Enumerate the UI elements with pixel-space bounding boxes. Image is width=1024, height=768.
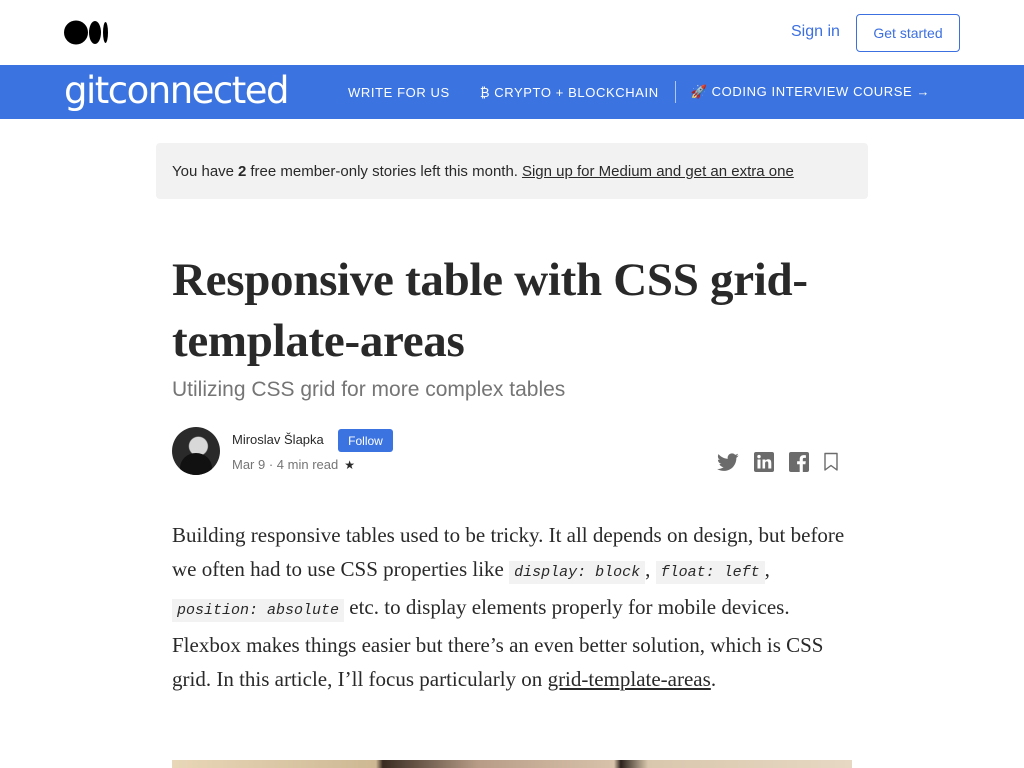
read-time: 4 min read [276,457,339,472]
follow-button[interactable]: Follow [338,429,393,452]
nav-crypto-blockchain[interactable]: ₿ CRYPTO + BLOCKCHAIN [480,85,659,100]
article-title: Responsive table with CSS grid-template-… [172,254,808,367]
banner-prefix: You have [172,162,235,180]
top-bar: Sign in Get started [0,0,1024,65]
code-display-block: display: block [509,561,646,584]
article-body-paragraph: Building responsive tables used to be tr… [172,518,852,696]
body-text-3: , [764,557,770,581]
author-avatar[interactable] [172,427,220,475]
article-date: Mar 9 [232,457,266,472]
member-stories-banner: You have 2 free member-only stories left… [156,143,868,199]
nav-write-for-us[interactable]: WRITE FOR US [348,85,450,100]
linkedin-icon[interactable] [752,450,776,474]
article-meta: Mar 9 · 4 min read ★ [232,457,355,472]
grid-template-areas-link[interactable]: grid-template-areas [548,667,711,691]
member-star-icon: ★ [344,457,355,472]
nav-divider [674,81,676,103]
facebook-icon[interactable] [787,450,811,474]
meta-separator: · [265,457,277,472]
publication-logo[interactable]: gitconnected [64,69,290,112]
get-started-button[interactable]: Get started [856,14,960,52]
banner-signup-link[interactable]: Sign up for Medium and get an extra one [522,163,794,180]
sign-in-link[interactable]: Sign in [791,23,840,41]
article-subtitle: Utilizing CSS grid for more complex tabl… [172,378,566,401]
author-name[interactable]: Miroslav Šlapka [232,432,324,447]
medium-logo-icon[interactable] [64,20,110,45]
body-text-2: , [645,557,651,581]
code-position-absolute: position: absolute [172,599,345,622]
publication-nav: WRITE FOR US ₿ CRYPTO + BLOCKCHAIN 🚀 COD… [348,65,960,119]
publication-bar: gitconnected WRITE FOR US ₿ CRYPTO + BLO… [0,65,1024,119]
twitter-icon[interactable] [716,450,740,474]
banner-suffix: free member-only stories left this month… [250,162,518,180]
body-text-5: . [710,667,717,691]
nav-coding-interview-course[interactable]: 🚀 CODING INTERVIEW COURSE → [691,84,930,100]
article-hero-image [172,760,852,768]
banner-count: 2 [238,162,247,180]
code-float-left: float: left [655,561,765,584]
bookmark-icon[interactable] [819,450,843,474]
